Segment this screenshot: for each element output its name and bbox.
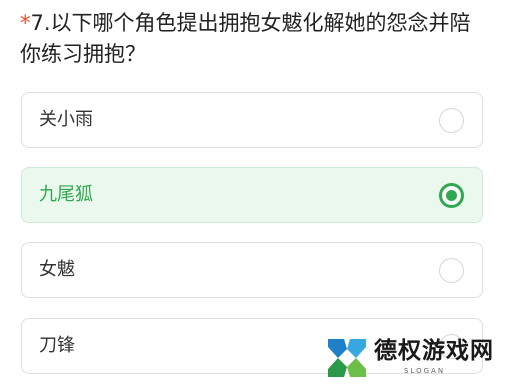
question-title: *7.以下哪个角色提出拥抱女魃化解她的怨念并陪你练习拥抱？ xyxy=(20,8,490,70)
option-jiuweihu[interactable]: 九尾狐 xyxy=(21,167,483,223)
survey-page: *7.以下哪个角色提出拥抱女魃化解她的怨念并陪你练习拥抱？ 关小雨 九尾狐 女魃… xyxy=(0,0,511,384)
option-label: 刀锋 xyxy=(39,335,75,356)
radio-button[interactable] xyxy=(439,258,464,283)
option-nuba[interactable]: 女魃 xyxy=(21,242,483,298)
radio-button-checked[interactable] xyxy=(439,183,464,208)
watermark-name: 德权游戏网 xyxy=(374,338,494,364)
watermark-slogan: SLOGAN xyxy=(404,367,446,375)
option-label: 女魃 xyxy=(39,259,75,280)
radio-dot-icon xyxy=(446,190,457,201)
option-label: 九尾狐 xyxy=(39,184,93,205)
radio-button[interactable] xyxy=(439,108,464,133)
site-watermark: 德权游戏网 SLOGAN xyxy=(324,335,504,381)
watermark-logo-icon xyxy=(328,339,366,377)
question-text: 7.以下哪个角色提出拥抱女魃化解她的怨念并陪你练习拥抱？ xyxy=(20,11,471,66)
option-label: 关小雨 xyxy=(39,109,93,130)
required-mark: * xyxy=(20,11,31,35)
option-guan-xiaoyu[interactable]: 关小雨 xyxy=(21,92,483,148)
